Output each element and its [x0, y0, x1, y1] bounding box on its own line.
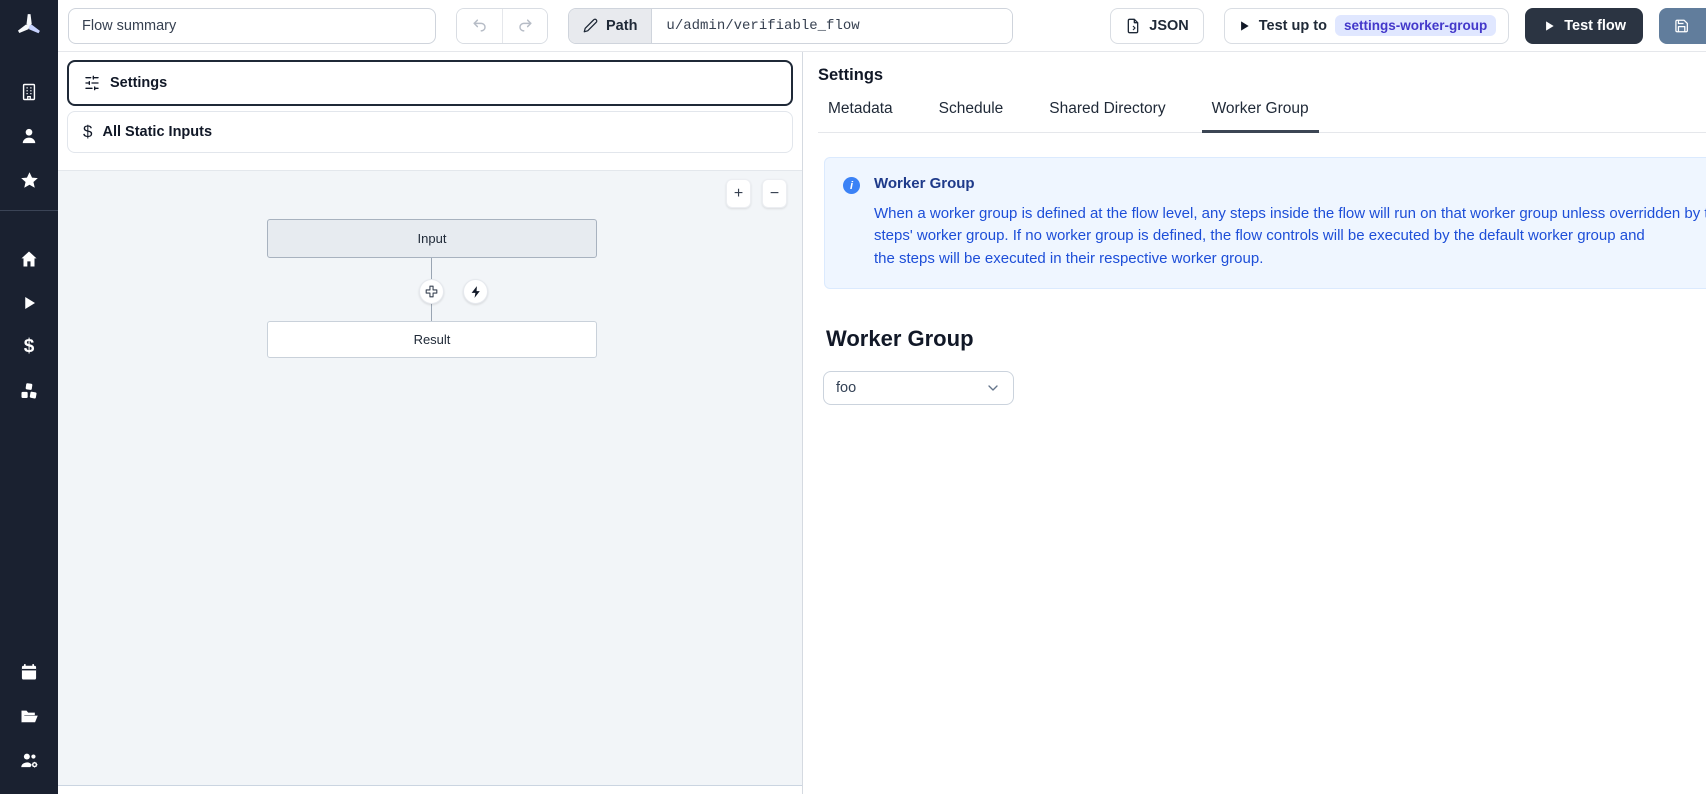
undo-button[interactable]	[457, 9, 502, 43]
all-static-inputs-item[interactable]: $ All Static Inputs	[67, 111, 793, 153]
save-icon	[1674, 18, 1689, 34]
tab-schedule[interactable]: Schedule	[929, 100, 1014, 132]
zoom-in-button[interactable]: +	[726, 179, 751, 208]
test-up-to-button[interactable]: Test up to settings-worker-group	[1224, 8, 1509, 44]
calendar-icon[interactable]	[0, 650, 58, 694]
result-node[interactable]: Result	[267, 321, 597, 358]
topbar: Path u/admin/verifiable_flow JSON Test u…	[58, 0, 1706, 52]
flow-header: Settings $ All Static Inputs	[58, 52, 802, 170]
file-code-icon	[1125, 18, 1141, 34]
users-gear-icon[interactable]	[0, 738, 58, 782]
info-text-line: the steps will be executed in their resp…	[874, 248, 1706, 270]
folder-icon[interactable]	[0, 694, 58, 738]
flow-editor-panel: Settings $ All Static Inputs + − Input R…	[58, 52, 803, 794]
play-icon	[1237, 19, 1251, 33]
worker-group-info-box: i Worker Group When a worker group is de…	[824, 157, 1706, 289]
flow-summary-input[interactable]	[68, 8, 436, 44]
chevron-down-icon	[985, 380, 1001, 396]
tab-shared-directory[interactable]: Shared Directory	[1039, 100, 1175, 132]
redo-button[interactable]	[502, 9, 547, 43]
path-field[interactable]: Path u/admin/verifiable_flow	[568, 8, 1013, 44]
flow-canvas[interactable]: + − Input Result	[58, 170, 802, 786]
tab-metadata[interactable]: Metadata	[818, 100, 903, 132]
trigger-button[interactable]	[463, 279, 488, 304]
path-value[interactable]: u/admin/verifiable_flow	[652, 9, 1012, 43]
play-icon	[1542, 19, 1556, 33]
test-flow-button[interactable]: Test flow	[1525, 8, 1643, 44]
worker-group-section-title: Worker Group	[826, 326, 1706, 352]
worker-group-badge: settings-worker-group	[1335, 15, 1496, 36]
path-label: Path	[569, 9, 652, 43]
worker-group-select[interactable]: foo	[823, 371, 1014, 405]
info-text-line: When a worker group is defined at the fl…	[874, 203, 1706, 225]
play-icon[interactable]	[0, 281, 58, 325]
zoom-out-button[interactable]: −	[762, 179, 787, 208]
dollar-icon[interactable]: $	[0, 325, 58, 369]
sliders-icon	[84, 75, 100, 91]
add-step-button[interactable]	[419, 279, 444, 304]
input-node[interactable]: Input	[267, 219, 597, 258]
bolt-icon	[469, 285, 483, 299]
info-text-line: steps' worker group. If no worker group …	[874, 225, 1706, 247]
dollar-icon: $	[83, 122, 92, 142]
windmill-logo[interactable]	[0, 0, 58, 52]
building-icon[interactable]	[0, 70, 58, 114]
flow-settings-item[interactable]: Settings	[67, 60, 793, 106]
sidebar: $	[0, 0, 58, 794]
info-title: Worker Group	[874, 175, 1706, 192]
settings-panel-title: Settings	[818, 66, 1706, 85]
sidebar-divider	[0, 210, 58, 211]
home-icon[interactable]	[0, 237, 58, 281]
undo-redo-group	[456, 8, 548, 44]
dollar-glyph: $	[24, 336, 35, 358]
cubes-icon[interactable]	[0, 369, 58, 413]
tab-worker-group[interactable]: Worker Group	[1202, 100, 1319, 133]
user-icon[interactable]	[0, 114, 58, 158]
json-button[interactable]: JSON	[1110, 8, 1204, 44]
worker-group-select-value: foo	[836, 380, 856, 396]
star-icon[interactable]	[0, 158, 58, 202]
settings-tabs: Metadata Schedule Shared Directory Worke…	[818, 100, 1706, 133]
settings-panel: Settings Metadata Schedule Shared Direct…	[804, 52, 1706, 794]
info-icon: i	[843, 177, 860, 194]
plus-icon	[424, 284, 439, 299]
pencil-icon	[583, 18, 598, 33]
save-draft-button[interactable]: Save draft	[1659, 8, 1706, 44]
